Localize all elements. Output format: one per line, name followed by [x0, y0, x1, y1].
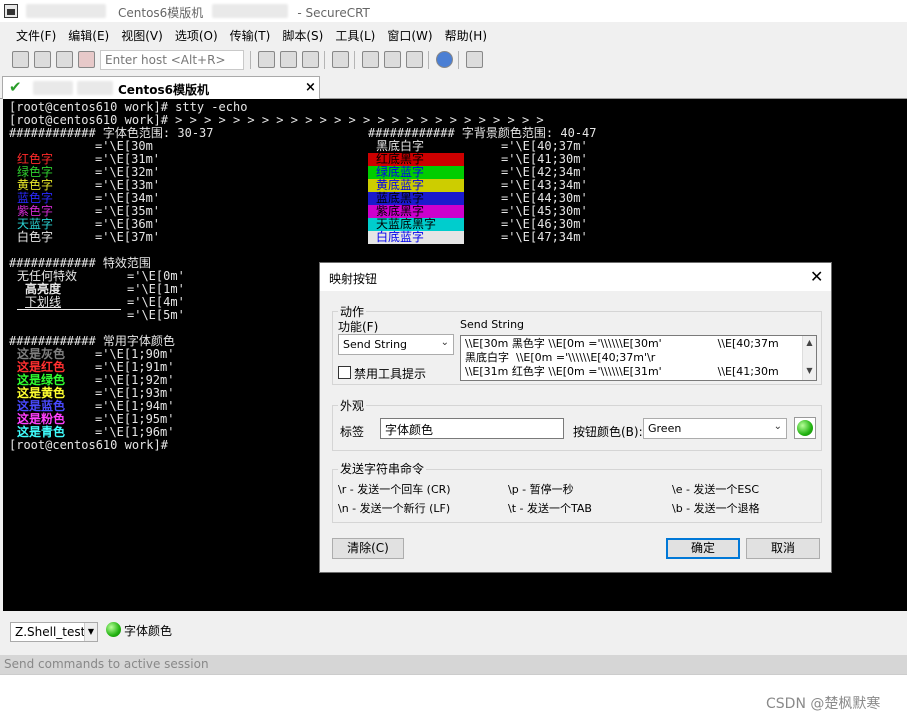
- watermark: CSDN @楚枫默寒: [766, 696, 881, 712]
- title-bar: Centos6模版机 - SecureCRT: [0, 0, 907, 22]
- button-bar-select-value: Z.Shell_test: [15, 625, 86, 639]
- menu-window[interactable]: 窗口(W): [381, 24, 438, 44]
- cmd-esc: \e - 发送一个ESC: [672, 483, 760, 496]
- appearance-group-label: 外观: [338, 397, 367, 414]
- send-string-line: 黑底白字 \\E[0m ='\\\\\\E[40;37m'\r: [465, 351, 656, 364]
- redacted-block: [77, 81, 113, 95]
- toolbar-separator: [250, 51, 251, 69]
- green-button-icon: [106, 622, 121, 637]
- toolbar-separator: [458, 51, 459, 69]
- chevron-down-icon: ⌄: [773, 421, 782, 432]
- print-icon[interactable]: [332, 51, 349, 68]
- toolbar-separator: [428, 51, 429, 69]
- function-label: 功能(F): [338, 320, 379, 334]
- function-select[interactable]: Send String ⌄: [338, 334, 454, 355]
- function-select-value: Send String: [343, 338, 408, 351]
- cmd-cr: \r - 发送一个回车 (CR): [338, 483, 451, 496]
- ok-button[interactable]: 确定: [666, 538, 740, 559]
- button-bar: Z.Shell_test ▼ 字体颜色: [0, 614, 907, 648]
- toolbar-separator: [354, 51, 355, 69]
- menu-edit[interactable]: 编辑(E): [62, 24, 115, 44]
- disable-tooltip-checkbox[interactable]: [338, 366, 351, 379]
- send-string-label: Send String: [460, 318, 525, 331]
- effect-code: ='\E[5m': [127, 308, 185, 322]
- chevron-down-icon: ⌄: [440, 337, 449, 348]
- cmd-pause: \p - 暂停一秒: [508, 483, 574, 496]
- menu-bar: 文件(F) 编辑(E) 视图(V) 选项(O) 传输(T) 脚本(S) 工具(L…: [0, 24, 907, 44]
- dialog-titlebar: 映射按钮 ✕: [320, 263, 831, 291]
- toolbar-separator: [324, 51, 325, 69]
- bg-color-label: 白底蓝字: [368, 231, 464, 244]
- disable-tooltip-label: 禁用工具提示: [354, 367, 427, 381]
- securecrt-app-icon[interactable]: [4, 4, 18, 18]
- copy-icon[interactable]: [258, 51, 275, 68]
- menu-help[interactable]: 帮助(H): [439, 24, 493, 44]
- label-input[interactable]: 字体颜色: [380, 418, 564, 439]
- send-commands-group-label: 发送字符串命令: [338, 460, 427, 477]
- textarea-scrollbar[interactable]: ▲ ▼: [802, 336, 816, 380]
- label-label: 标签: [340, 425, 365, 439]
- font-color-button[interactable]: 字体颜色: [124, 622, 172, 639]
- keymap-icon[interactable]: [406, 51, 423, 68]
- tab-title: Centos6模版机: [118, 83, 209, 97]
- menu-script[interactable]: 脚本(S): [276, 24, 329, 44]
- connect-icon[interactable]: [12, 51, 29, 68]
- menu-options[interactable]: 选项(O): [169, 24, 224, 44]
- send-commands-bar: Send commands to active session: [0, 655, 907, 674]
- green-color-icon: [797, 420, 813, 436]
- chevron-down-icon: ▼: [84, 623, 97, 641]
- cmd-tab: \t - 发送一个TAB: [508, 502, 592, 515]
- terminal-prompt: [root@centos610 work]#: [9, 438, 168, 452]
- toolbar: Enter host <Alt+R>: [0, 48, 907, 72]
- redacted-block: [33, 81, 73, 95]
- reconnect-icon[interactable]: [56, 51, 73, 68]
- map-button-dialog: 映射按钮 ✕ 动作 功能(F) Send String ⌄ Send Strin…: [319, 262, 832, 573]
- button-color-select[interactable]: Green ⌄: [643, 418, 787, 439]
- host-input[interactable]: Enter host <Alt+R>: [100, 50, 244, 70]
- cmd-backspace: \b - 发送一个退格: [672, 502, 760, 515]
- redacted-block: [26, 4, 106, 18]
- disconnect-icon[interactable]: [78, 51, 95, 68]
- tab-centos6[interactable]: ✔ Centos6模版机 ×: [2, 76, 320, 99]
- paste-icon[interactable]: [280, 51, 297, 68]
- effect-label: [17, 309, 121, 310]
- cancel-button[interactable]: 取消: [746, 538, 820, 559]
- session-tab-bar: ✔ Centos6模版机 ×: [0, 75, 907, 99]
- button-color-label: 按钮颜色(B):: [573, 425, 643, 439]
- connected-check-icon: ✔: [9, 78, 22, 96]
- help-icon[interactable]: [436, 51, 453, 68]
- bg-color-code: ='\E[47;34m': [501, 230, 588, 244]
- menu-transfer[interactable]: 传输(T): [224, 24, 277, 44]
- send-string-line: \\E[31m 红色字 \\E[0m ='\\\\\\E[31m' \\E[41…: [465, 365, 779, 378]
- clear-button[interactable]: 清除(C): [332, 538, 404, 559]
- menu-view[interactable]: 视图(V): [115, 24, 169, 44]
- fg-color-label: 白色字: [17, 230, 54, 244]
- global-options-icon[interactable]: [384, 51, 401, 68]
- menu-file[interactable]: 文件(F): [10, 24, 62, 44]
- color-swatch-button[interactable]: [794, 417, 816, 439]
- send-string-input[interactable]: \\E[30m 黑色字 \\E[0m ='\\\\\\E[30m' \\E[40…: [460, 335, 817, 381]
- button-color-value: Green: [648, 422, 682, 435]
- close-icon[interactable]: ✕: [810, 267, 823, 286]
- effect-label: 下划线: [25, 295, 62, 309]
- fg-color-code: ='\E[37m': [95, 230, 161, 244]
- dialog-title: 映射按钮: [329, 272, 378, 286]
- session-options-icon[interactable]: [362, 51, 379, 68]
- send-string-line: \\E[30m 黑色字 \\E[0m ='\\\\\\E[30m' \\E[40…: [465, 337, 779, 350]
- find-icon[interactable]: [302, 51, 319, 68]
- tab-close-icon[interactable]: ×: [305, 80, 316, 95]
- button-bar-select[interactable]: Z.Shell_test ▼: [10, 622, 98, 642]
- sftp-icon[interactable]: [466, 51, 483, 68]
- quick-connect-icon[interactable]: [34, 51, 51, 68]
- menu-tools[interactable]: 工具(L): [329, 24, 381, 44]
- redacted-block: [212, 4, 288, 18]
- cmd-lf: \n - 发送一个新行 (LF): [338, 502, 451, 515]
